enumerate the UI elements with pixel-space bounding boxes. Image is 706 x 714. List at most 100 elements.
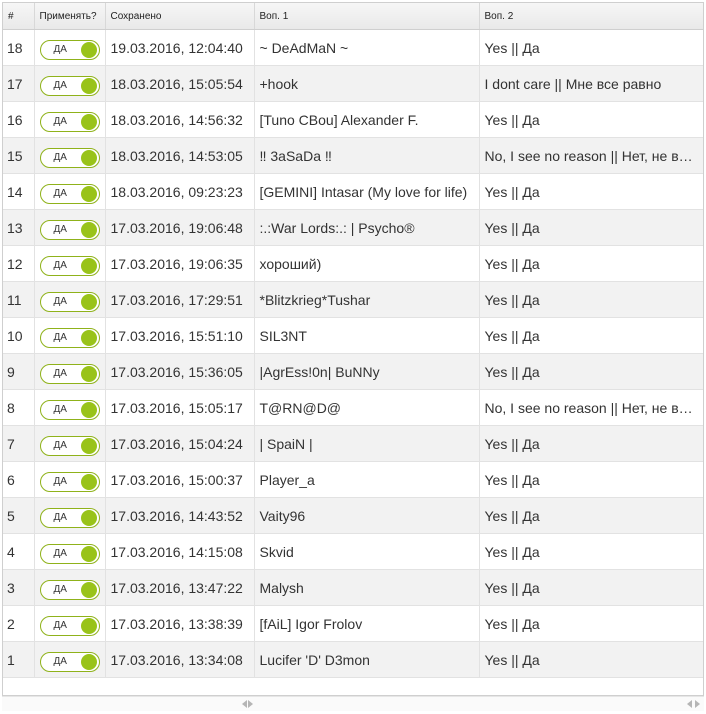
table-row[interactable]: 16 ДА 18.03.2016, 14:56:32 [Tuno CBou] Alex… bbox=[3, 101, 703, 138]
answer-q2: Yes || Да bbox=[479, 317, 703, 354]
table-row[interactable]: 5 ДА 17.03.2016, 14:43:52 Vaity96 Yes || Да bbox=[3, 497, 703, 534]
answer-q1: Malysh bbox=[254, 569, 480, 606]
row-number: 18 bbox=[3, 29, 35, 66]
horizontal-scrollbar[interactable] bbox=[2, 696, 704, 711]
apply-toggle[interactable]: ДА bbox=[39, 615, 100, 636]
saved-date: 17.03.2016, 15:04:24 bbox=[105, 425, 255, 462]
table-row[interactable]: 6 ДА 17.03.2016, 15:00:37 Player_a Yes || Да bbox=[3, 461, 703, 498]
toggle-label: ДА bbox=[53, 115, 67, 127]
answer-q2: No, I see no reason || Нет, не вижу смыс… bbox=[479, 137, 703, 174]
column-header-apply[interactable]: Применять? bbox=[34, 3, 106, 30]
column-header-q1[interactable]: Воп. 1 bbox=[254, 3, 480, 30]
apply-cell: ДА bbox=[34, 65, 106, 102]
table-row[interactable]: 13 ДА 17.03.2016, 19:06:48:.:War Lords:.: … bbox=[3, 209, 703, 246]
table-row[interactable]: 14 ДА 18.03.2016, 09:23:23 [GEMINI] Intasar… bbox=[3, 173, 703, 210]
apply-toggle[interactable]: ДА bbox=[39, 651, 100, 672]
answer-q2: Yes || Да bbox=[479, 569, 703, 606]
table-row[interactable]: 11 ДА 17.03.2016, 17:29:51 *Blitzkrieg*Tush… bbox=[3, 281, 703, 318]
saved-date: 17.03.2016, 19:06:35 bbox=[105, 245, 255, 282]
toggle-label: ДА bbox=[53, 583, 67, 595]
apply-toggle[interactable]: ДА bbox=[39, 39, 100, 60]
table-row[interactable]: 8 ДА 17.03.2016, 15:05:17 T@RN@D@ No, I see … bbox=[3, 389, 703, 426]
apply-toggle[interactable]: ДА bbox=[39, 507, 100, 528]
answer-q1: :.:War Lords:.: | Psycho® bbox=[254, 209, 480, 246]
apply-toggle[interactable]: ДА bbox=[39, 291, 100, 312]
toggle-label: ДА bbox=[53, 151, 67, 163]
table-row[interactable]: 3 ДА 17.03.2016, 13:47:22 Malysh Yes || Да bbox=[3, 569, 703, 606]
column-header-q2[interactable]: Воп. 2 bbox=[479, 3, 703, 30]
saved-date: 18.03.2016, 15:05:54 bbox=[105, 65, 255, 102]
table-row[interactable]: 15 ДА 18.03.2016, 14:53:05 ‼ 3aSaDa ‼ No, I … bbox=[3, 137, 703, 174]
toggle-knob bbox=[80, 653, 97, 670]
saved-date: 17.03.2016, 13:38:39 bbox=[105, 605, 255, 642]
apply-cell: ДА bbox=[34, 533, 106, 570]
answer-q1: Player_a bbox=[254, 461, 480, 498]
answer-q1: T@RN@D@ bbox=[254, 389, 480, 426]
row-number: 3 bbox=[3, 569, 35, 606]
answer-q1: [Tuno CBou] Alexander F. bbox=[254, 101, 480, 138]
apply-cell: ДА bbox=[34, 641, 106, 678]
answer-q2: Yes || Да bbox=[479, 209, 703, 246]
apply-cell: ДА bbox=[34, 353, 106, 390]
chevron-right-icon[interactable] bbox=[695, 700, 700, 708]
column-header-num[interactable]: # bbox=[3, 3, 35, 30]
table-row[interactable]: 17 ДА 18.03.2016, 15:05:54 +hook I dont care… bbox=[3, 65, 703, 102]
apply-toggle[interactable]: ДА bbox=[39, 111, 100, 132]
toggle-label: ДА bbox=[53, 295, 67, 307]
apply-cell: ДА bbox=[34, 497, 106, 534]
toggle-label: ДА bbox=[53, 475, 67, 487]
table-row[interactable]: 2 ДА 17.03.2016, 13:38:39 [fAiL] Igor Frolo… bbox=[3, 605, 703, 642]
chevron-left-icon[interactable] bbox=[242, 700, 247, 708]
toggle-knob bbox=[80, 401, 97, 418]
apply-toggle[interactable]: ДА bbox=[39, 75, 100, 96]
row-number: 7 bbox=[3, 425, 35, 462]
toggle-knob bbox=[80, 77, 97, 94]
answer-q2: Yes || Да bbox=[479, 605, 703, 642]
answer-q1: Skvid bbox=[254, 533, 480, 570]
apply-toggle[interactable]: ДА bbox=[39, 327, 100, 348]
row-number: 16 bbox=[3, 101, 35, 138]
saved-date: 17.03.2016, 14:43:52 bbox=[105, 497, 255, 534]
apply-cell: ДА bbox=[34, 569, 106, 606]
apply-toggle[interactable]: ДА bbox=[39, 255, 100, 276]
saved-date: 18.03.2016, 09:23:23 bbox=[105, 173, 255, 210]
table-row[interactable]: 10 ДА 17.03.2016, 15:51:10 SIL3NT Yes || Да bbox=[3, 317, 703, 354]
answer-q2: No, I see no reason || Нет, не вижу смыс… bbox=[479, 389, 703, 426]
apply-toggle[interactable]: ДА bbox=[39, 147, 100, 168]
apply-cell: ДА bbox=[34, 281, 106, 318]
table-row[interactable]: 1 ДА 17.03.2016, 13:34:08 Lucifer 'D' D3mon… bbox=[3, 641, 703, 678]
table-row[interactable]: 4 ДА 17.03.2016, 14:15:08 Skvid Yes || Да bbox=[3, 533, 703, 570]
chevron-left-icon[interactable] bbox=[687, 700, 692, 708]
answer-q1: +hook bbox=[254, 65, 480, 102]
apply-toggle[interactable]: ДА bbox=[39, 363, 100, 384]
table-row[interactable]: 18 ДА 19.03.2016, 12:04:40 ~ DeAdMaN ~ Yes |… bbox=[3, 29, 703, 66]
answer-q2: Yes || Да bbox=[479, 29, 703, 66]
row-number: 6 bbox=[3, 461, 35, 498]
apply-toggle[interactable]: ДА bbox=[39, 399, 100, 420]
toggle-knob bbox=[80, 509, 97, 526]
row-number: 8 bbox=[3, 389, 35, 426]
answer-q1: *Blitzkrieg*Tushar bbox=[254, 281, 480, 318]
saved-date: 17.03.2016, 13:34:08 bbox=[105, 641, 255, 678]
saved-date: 17.03.2016, 14:15:08 bbox=[105, 533, 255, 570]
apply-toggle[interactable]: ДА bbox=[39, 543, 100, 564]
chevron-right-icon[interactable] bbox=[248, 700, 253, 708]
apply-toggle[interactable]: ДА bbox=[39, 579, 100, 600]
toggle-label: ДА bbox=[53, 547, 67, 559]
table-row[interactable]: 12 ДА 17.03.2016, 19:06:35 хороший) Yes || Д… bbox=[3, 245, 703, 282]
row-number: 4 bbox=[3, 533, 35, 570]
toggle-label: ДА bbox=[53, 439, 67, 451]
apply-toggle[interactable]: ДА bbox=[39, 435, 100, 456]
answer-q1: ~ DeAdMaN ~ bbox=[254, 29, 480, 66]
apply-toggle[interactable]: ДА bbox=[39, 219, 100, 240]
table-row[interactable]: 9 ДА 17.03.2016, 15:36:05 |AgrEss!0n| BuNNy… bbox=[3, 353, 703, 390]
apply-toggle[interactable]: ДА bbox=[39, 183, 100, 204]
apply-toggle[interactable]: ДА bbox=[39, 471, 100, 492]
column-header-saved[interactable]: Сохранено bbox=[105, 3, 255, 30]
toggle-knob bbox=[80, 365, 97, 382]
row-number: 17 bbox=[3, 65, 35, 102]
apply-cell: ДА bbox=[34, 461, 106, 498]
row-number: 9 bbox=[3, 353, 35, 390]
table-row[interactable]: 7 ДА 17.03.2016, 15:04:24 | SpaiN | Yes || Д… bbox=[3, 425, 703, 462]
answer-q1: SIL3NT bbox=[254, 317, 480, 354]
